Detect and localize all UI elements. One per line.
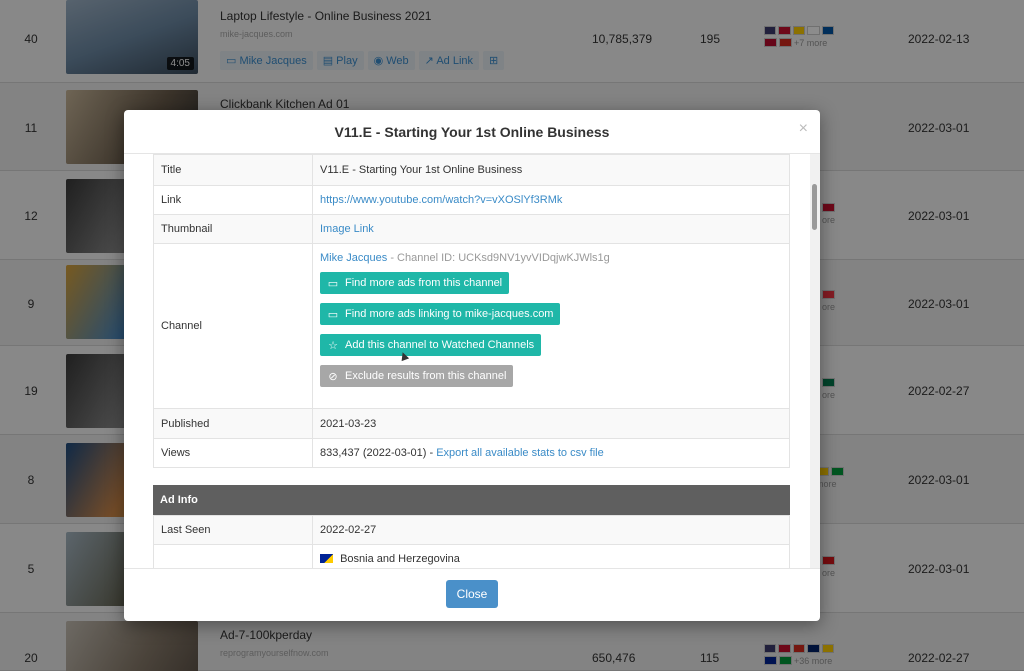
modal-header: V11.E - Starting Your 1st Online Busines…	[124, 110, 820, 154]
scroll-thumb[interactable]	[812, 184, 817, 230]
ad-details-modal: V11.E - Starting Your 1st Online Busines…	[124, 110, 820, 621]
close-icon[interactable]: ×	[799, 120, 808, 138]
views-label: Views	[153, 438, 313, 468]
close-button[interactable]: Close	[446, 580, 498, 608]
thumbnail-link[interactable]: Image Link	[320, 223, 374, 235]
table-row: Thumbnail Image Link	[153, 214, 790, 244]
last-seen-value: 2022-02-27	[312, 515, 790, 545]
exclude-channel-button[interactable]: ⊘ Exclude results from this channel	[320, 365, 514, 387]
table-row: Link https://www.youtube.com/watch?v=vXO…	[153, 185, 790, 215]
views-value: 833,437 (2022-03-01) -	[320, 447, 434, 459]
export-stats-link[interactable]: Export all available stats to csv file	[436, 447, 604, 459]
link-label: Link	[153, 185, 313, 215]
video-link[interactable]: https://www.youtube.com/watch?v=vXOSlYf3…	[320, 194, 562, 206]
channel-label: Channel	[153, 243, 313, 409]
modal-scrollbar[interactable]	[810, 154, 820, 568]
modal-body[interactable]: Title V11.E - Starting Your 1st Online B…	[124, 154, 820, 568]
channel-name-link[interactable]: Mike Jacques	[320, 252, 387, 264]
table-row: Last Seen 2022-02-27	[153, 515, 790, 545]
title-value: V11.E - Starting Your 1st Online Busines…	[312, 154, 790, 186]
table-row: Bosnia and Herzegovina	[153, 544, 790, 568]
star-icon: ☆	[328, 339, 338, 352]
modal-footer: Close	[124, 568, 820, 621]
title-label: Title	[153, 154, 313, 186]
ban-icon: ⊘	[328, 370, 338, 383]
video-details-table: Title V11.E - Starting Your 1st Online B…	[153, 154, 790, 468]
thumbnail-label: Thumbnail	[153, 214, 313, 244]
monitor-icon: ▭	[327, 277, 339, 290]
channel-id: - Channel ID: UCKsd9NV1yvVIDqjwKJWls1g	[390, 252, 610, 264]
watch-channel-button[interactable]: ☆ Add this channel to Watched Channels	[320, 334, 542, 356]
published-value: 2021-03-23	[312, 408, 790, 439]
find-linking-ads-button[interactable]: ▭ Find more ads linking to mike-jacques.…	[320, 303, 561, 325]
last-seen-label: Last Seen	[153, 515, 313, 545]
table-row: Channel Mike Jacques - Channel ID: UCKsd…	[153, 243, 790, 409]
monitor-icon: ▭	[327, 308, 339, 321]
published-label: Published	[153, 408, 313, 439]
modal-title: V11.E - Starting Your 1st Online Busines…	[334, 124, 610, 140]
ad-info-heading: Ad Info	[153, 485, 790, 515]
ad-info-table: Last Seen 2022-02-27 Bosnia and Herzegov…	[153, 515, 790, 568]
countries-label	[153, 544, 313, 568]
bosnia-flag-icon	[320, 554, 333, 563]
table-row: Title V11.E - Starting Your 1st Online B…	[153, 154, 790, 186]
table-row: Published 2021-03-23	[153, 408, 790, 439]
country-name: Bosnia and Herzegovina	[340, 553, 460, 565]
find-channel-ads-button[interactable]: ▭ Find more ads from this channel	[320, 272, 510, 294]
table-row: Views 833,437 (2022-03-01) - Export all …	[153, 438, 790, 468]
